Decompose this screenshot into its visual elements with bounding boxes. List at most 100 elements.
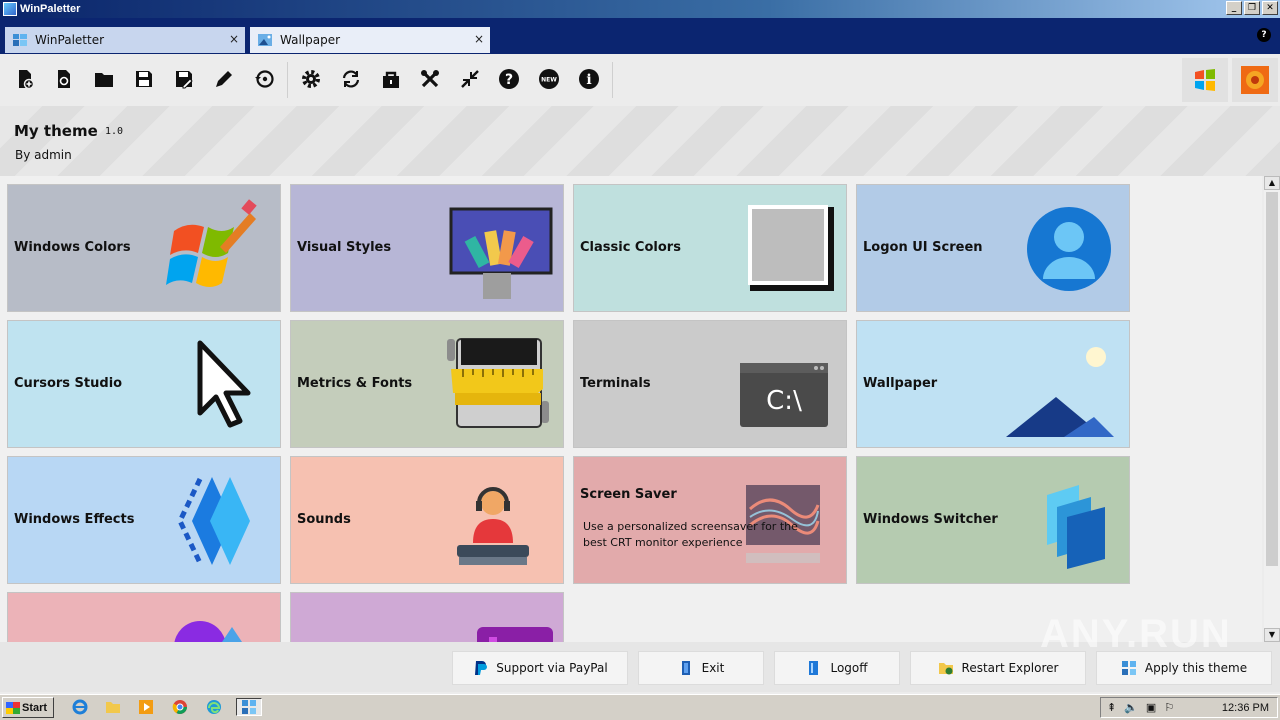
card-logon-ui-screen[interactable]: Logon UI Screen (856, 184, 1130, 312)
network-icon[interactable]: ▣ (1146, 701, 1156, 714)
volume-icon[interactable]: 🔈 (1124, 701, 1138, 714)
theme-author: By admin (15, 148, 72, 162)
save-as-icon[interactable] (171, 66, 197, 92)
tab-wallpaper[interactable]: Wallpaper × (250, 27, 490, 53)
system-tray: ⇞ 🔈 ▣ ⚐ 12:36 PM (1100, 697, 1278, 718)
edge-icon[interactable] (204, 698, 224, 716)
card-sounds[interactable]: Sounds (290, 456, 564, 584)
effects-icon (177, 477, 250, 565)
card-windows-effects[interactable]: Windows Effects (7, 456, 281, 584)
reload-file-icon[interactable] (51, 66, 77, 92)
whats-new-icon[interactable]: NEW (536, 66, 562, 92)
minimize-button[interactable]: _ (1226, 1, 1242, 15)
info-glyph: i (586, 72, 591, 88)
card-wallpaper[interactable]: Wallpaper (856, 320, 1130, 448)
card-label: Wallpaper (863, 376, 938, 391)
new-file-icon[interactable] (12, 66, 38, 92)
winpaletter-icon (13, 34, 27, 46)
card-label: Visual Styles (297, 240, 392, 255)
save-icon[interactable] (131, 66, 157, 92)
scroll-down-icon[interactable]: ▼ (1264, 628, 1280, 642)
tab-winpaletter[interactable]: WinPaletter × (5, 27, 245, 53)
maximize-button[interactable]: ❐ (1244, 1, 1260, 15)
card-description: Use a personalized screensaver for the b… (583, 520, 798, 549)
windows-theme-button[interactable] (1182, 58, 1228, 102)
close-window-button[interactable]: ✕ (1262, 1, 1278, 15)
terminal-icon: C:\ (740, 363, 828, 427)
card-screen-saver[interactable]: Screen Saver Use a personalized screensa… (573, 456, 847, 584)
edit-icon[interactable] (211, 66, 237, 92)
card-classic-colors[interactable]: Classic Colors (573, 184, 847, 312)
title-bar: WinPaletter _ ❐ ✕ (0, 0, 1280, 18)
clock[interactable]: 12:36 PM (1222, 702, 1269, 714)
exit-icon (681, 661, 690, 675)
scroll-thumb[interactable] (1266, 192, 1278, 566)
sync-icon[interactable] (338, 66, 364, 92)
feature-grid: Windows Colors Visual Styles Classic Col… (0, 176, 1262, 642)
card-partial-1[interactable] (7, 592, 281, 642)
new-badge-text: NEW (541, 77, 557, 84)
button-label: Exit (701, 661, 725, 675)
vertical-scrollbar[interactable]: ▲ ▼ (1264, 176, 1280, 642)
card-label: Logon UI Screen (863, 240, 983, 255)
button-label: Support via PayPal (496, 661, 608, 675)
start-label: Start (22, 701, 48, 714)
windows-logo-icon (166, 199, 257, 287)
tools-icon[interactable] (417, 66, 443, 92)
card-windows-switcher[interactable]: Windows Switcher (856, 456, 1130, 584)
apply-icon (1121, 661, 1136, 675)
ie-icon[interactable] (70, 698, 90, 716)
close-tab-icon[interactable]: × (229, 32, 239, 46)
windows-logo-icon (1195, 69, 1215, 91)
sounds-icon (457, 487, 529, 565)
restore-icon[interactable] (251, 66, 277, 92)
close-tab-icon[interactable]: × (474, 32, 484, 46)
watermark: ANY.RUN (1040, 612, 1232, 656)
help-icon[interactable]: ? (1257, 28, 1271, 42)
winpaletter-taskbar-icon[interactable] (236, 698, 262, 716)
folder-icon[interactable] (103, 698, 123, 716)
open-folder-icon[interactable] (91, 66, 117, 92)
classic-window-icon (748, 205, 834, 291)
theme-version: 1.0 (105, 126, 124, 137)
help-icon[interactable]: ? (496, 66, 522, 92)
card-metrics-fonts[interactable]: Metrics & Fonts (290, 320, 564, 448)
user-icon (1027, 207, 1111, 291)
button-label: Logoff (830, 661, 868, 675)
card-partial-2[interactable] (290, 592, 564, 642)
switcher-icon (1047, 485, 1105, 569)
logoff-icon (809, 661, 819, 675)
theme-preview-button[interactable] (1232, 58, 1278, 102)
collapse-icon[interactable] (457, 66, 483, 92)
support-paypal-button[interactable]: Support via PayPal (452, 651, 628, 685)
apps-icon (477, 627, 553, 642)
media-player-icon[interactable] (136, 698, 156, 716)
chrome-icon[interactable] (170, 698, 190, 716)
card-visual-styles[interactable]: Visual Styles (290, 184, 564, 312)
card-label: Sounds (297, 512, 351, 527)
flower-icon (1241, 66, 1269, 94)
logoff-button[interactable]: Logoff (774, 651, 900, 685)
tab-strip: WinPaletter × Wallpaper × ? (0, 18, 1280, 54)
card-label: Windows Colors (14, 240, 131, 255)
info-icon[interactable]: i (576, 66, 602, 92)
card-label: Cursors Studio (14, 376, 123, 391)
window-title: WinPaletter (20, 3, 81, 15)
settings-icon[interactable] (298, 66, 324, 92)
start-button[interactable]: Start (2, 697, 54, 718)
card-windows-colors[interactable]: Windows Colors (7, 184, 281, 312)
action-center-icon[interactable]: ⚐ (1164, 701, 1174, 714)
tray-arrow-icon[interactable]: ⇞ (1107, 701, 1116, 714)
card-terminals[interactable]: Terminals C:\ (573, 320, 847, 448)
ruler-icon (447, 338, 549, 428)
paypal-icon (475, 661, 488, 675)
tab-label: WinPaletter (35, 33, 105, 47)
card-cursors-studio[interactable]: Cursors Studio (7, 320, 281, 448)
help-glyph: ? (505, 72, 513, 88)
windows-flag-icon (6, 701, 20, 714)
visual-styles-icon (449, 207, 553, 299)
toolbar: ? NEW i (0, 54, 1280, 106)
scroll-up-icon[interactable]: ▲ (1264, 176, 1280, 190)
lock-icon[interactable] (378, 66, 404, 92)
exit-button[interactable]: Exit (638, 651, 764, 685)
